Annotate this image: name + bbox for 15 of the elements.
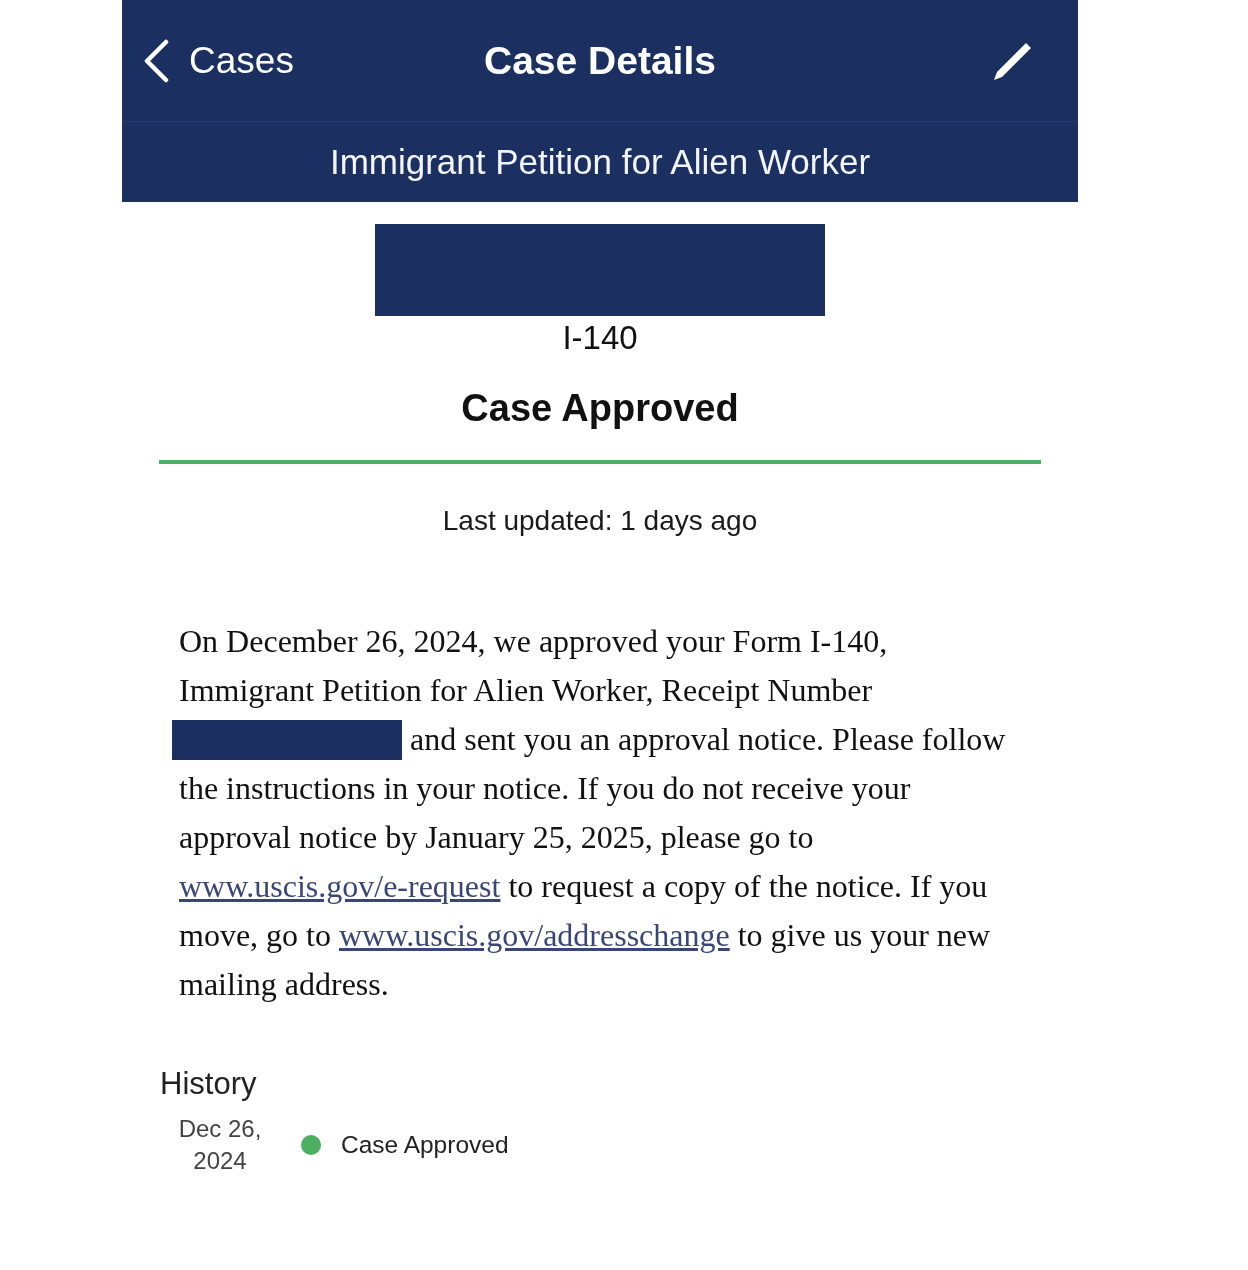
chevron-left-icon: [142, 38, 170, 83]
back-button[interactable]: Cases: [142, 38, 294, 83]
edit-button[interactable]: [993, 40, 1033, 81]
history-heading: History: [160, 1067, 257, 1101]
case-type-subtitle: Immigrant Petition for Alien Worker: [329, 142, 871, 182]
history-date: Dec 26, 2024: [177, 1114, 263, 1176]
last-updated-text: Last updated: 1 days ago: [442, 505, 758, 537]
screen-title: Case Details: [484, 38, 716, 83]
history-status: Case Approved: [341, 1130, 509, 1160]
case-status: Case Approved: [461, 386, 739, 431]
website-link[interactable]: www.uscis.gov/addresschange: [339, 917, 730, 953]
website-link[interactable]: www.uscis.gov/e-request: [179, 868, 501, 904]
pencil-icon: [993, 40, 1033, 81]
status-message-paragraph: On December 26, 2024, we approved your Form I-140, Immigrant Petition for Alien Worker, Receipt Number and sent you an approval notice. Please follow the instructions in your notice. If you do not receive your approval notice by January 25, 2025, please go to www.uscis.gov/e-request to request a copy of the notice. If you move, go to www.uscis.gov/addresschange to give us your new mailing address.: [179, 617, 1011, 1009]
form-number: I-140: [562, 319, 638, 357]
